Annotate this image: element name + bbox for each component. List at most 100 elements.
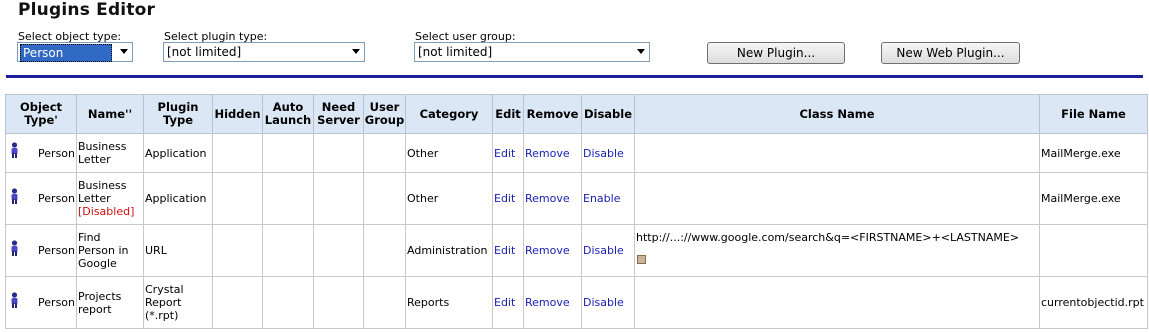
user-group-cell bbox=[363, 276, 406, 329]
remove-cell: Remove bbox=[523, 224, 582, 277]
user-group-cell bbox=[363, 224, 406, 277]
col-user-group-header: User Group bbox=[363, 94, 406, 134]
auto-launch-cell bbox=[262, 172, 314, 225]
col-disable-header: Disable bbox=[581, 94, 635, 134]
file-name-cell: currentobjectid.rpt bbox=[1039, 276, 1148, 329]
table-row: Person Business Letter [Disabled] Applicat… bbox=[5, 172, 1148, 225]
chevron-down-icon[interactable] bbox=[637, 49, 645, 54]
new-web-plugin-button[interactable]: New Web Plugin... bbox=[881, 42, 1020, 64]
col-auto-launch-header: Auto Launch bbox=[262, 94, 314, 134]
remove-link[interactable]: Remove bbox=[525, 296, 570, 309]
object-type-select[interactable]: Person bbox=[17, 42, 133, 62]
col-edit-header: Edit bbox=[492, 94, 524, 134]
plugin-type-cell: URL bbox=[143, 224, 213, 277]
col-plugin-type-header: Plugin Type bbox=[143, 94, 213, 134]
chevron-down-icon[interactable] bbox=[352, 49, 360, 54]
note-icon[interactable] bbox=[637, 255, 646, 264]
disable-link[interactable]: Disable bbox=[583, 296, 624, 309]
edit-link[interactable]: Edit bbox=[494, 147, 515, 160]
disable-link[interactable]: Disable bbox=[583, 147, 624, 160]
remove-link[interactable]: Remove bbox=[525, 192, 570, 205]
hidden-cell bbox=[212, 172, 263, 225]
enable-link[interactable]: Enable bbox=[583, 192, 620, 205]
person-icon bbox=[11, 187, 18, 204]
auto-launch-cell bbox=[262, 276, 314, 329]
table-row: Person Projects report Crystal Report (*.rp… bbox=[5, 276, 1148, 329]
remove-cell: Remove bbox=[523, 172, 582, 225]
remove-link[interactable]: Remove bbox=[525, 147, 570, 160]
file-name-cell: MailMerge.exe bbox=[1039, 172, 1148, 225]
plugin-type-value: [not limited] bbox=[167, 45, 242, 59]
toggle-cell: Disable bbox=[581, 276, 635, 329]
disabled-status: [Disabled] bbox=[78, 205, 135, 218]
chevron-down-icon[interactable] bbox=[120, 49, 128, 54]
toggle-cell: Disable bbox=[581, 133, 635, 173]
user-group-cell bbox=[363, 133, 406, 173]
class-name-cell bbox=[634, 133, 1040, 173]
user-group-value: [not limited] bbox=[418, 45, 493, 59]
col-class-name-header: Class Name bbox=[634, 94, 1040, 134]
file-name-cell bbox=[1039, 224, 1148, 277]
col-category-header: Category bbox=[405, 94, 493, 134]
remove-cell: Remove bbox=[523, 276, 582, 329]
object-type-value: Person bbox=[20, 44, 112, 62]
auto-launch-cell bbox=[262, 224, 314, 277]
table-header-row: Object Type' Name'' Plugin Type Hidden Aut… bbox=[5, 94, 1148, 134]
category-cell: Other bbox=[405, 172, 493, 225]
plugin-type-cell: Application bbox=[143, 133, 213, 173]
person-icon bbox=[11, 142, 18, 158]
need-server-cell bbox=[313, 133, 364, 173]
edit-link[interactable]: Edit bbox=[494, 192, 515, 205]
col-object-type-header[interactable]: Object Type' bbox=[5, 94, 77, 134]
class-name-text: http://...://www.google.com/search&q=<FI… bbox=[636, 231, 1020, 244]
remove-link[interactable]: Remove bbox=[525, 244, 570, 257]
need-server-cell bbox=[313, 172, 364, 225]
page-title: Plugins Editor bbox=[18, 0, 156, 20]
object-type-cell: Person bbox=[5, 224, 77, 277]
edit-cell: Edit bbox=[492, 276, 524, 329]
table-row: Person Find Person in Google URL Administr… bbox=[5, 224, 1148, 277]
col-remove-header: Remove bbox=[523, 94, 582, 134]
toggle-cell: Enable bbox=[581, 172, 635, 225]
file-name-cell: MailMerge.exe bbox=[1039, 133, 1148, 173]
hidden-cell bbox=[212, 133, 263, 173]
name-cell: Business Letter bbox=[76, 133, 144, 173]
col-name-header[interactable]: Name'' bbox=[76, 94, 144, 134]
category-cell: Other bbox=[405, 133, 493, 173]
category-cell: Reports bbox=[405, 276, 493, 329]
class-name-cell: http://...://www.google.com/search&q=<FI… bbox=[634, 224, 1040, 277]
edit-cell: Edit bbox=[492, 133, 524, 173]
person-icon bbox=[11, 291, 18, 308]
header-divider bbox=[6, 75, 1143, 78]
user-group-select[interactable]: [not limited] bbox=[414, 42, 650, 62]
category-cell: Administration bbox=[405, 224, 493, 277]
object-type-cell: Person bbox=[5, 133, 77, 173]
plugin-type-cell: Application bbox=[143, 172, 213, 225]
class-name-cell bbox=[634, 172, 1040, 225]
name-cell: Find Person in Google bbox=[76, 224, 144, 277]
new-plugin-button[interactable]: New Plugin... bbox=[707, 42, 845, 64]
need-server-cell bbox=[313, 224, 364, 277]
col-file-name-header: File Name bbox=[1039, 94, 1148, 134]
col-need-server-header: Need Server bbox=[313, 94, 364, 134]
auto-launch-cell bbox=[262, 133, 314, 173]
col-hidden-header: Hidden bbox=[212, 94, 263, 134]
user-group-cell bbox=[363, 172, 406, 225]
toggle-cell: Disable bbox=[581, 224, 635, 277]
edit-link[interactable]: Edit bbox=[494, 244, 515, 257]
plugin-type-select[interactable]: [not limited] bbox=[163, 42, 365, 62]
plugins-table: Object Type' Name'' Plugin Type Hidden Aut… bbox=[5, 94, 1148, 329]
plugin-type-cell: Crystal Report (*.rpt) bbox=[143, 276, 213, 329]
object-type-cell: Person bbox=[5, 172, 77, 225]
disable-link[interactable]: Disable bbox=[583, 244, 624, 257]
hidden-cell bbox=[212, 276, 263, 329]
name-cell: Business Letter [Disabled] bbox=[76, 172, 144, 225]
hidden-cell bbox=[212, 224, 263, 277]
object-type-cell: Person bbox=[5, 276, 77, 329]
edit-cell: Edit bbox=[492, 224, 524, 277]
edit-link[interactable]: Edit bbox=[494, 296, 515, 309]
edit-cell: Edit bbox=[492, 172, 524, 225]
name-cell: Projects report bbox=[76, 276, 144, 329]
person-icon bbox=[11, 239, 18, 256]
table-row: Person Business Letter Application Other … bbox=[5, 133, 1148, 173]
